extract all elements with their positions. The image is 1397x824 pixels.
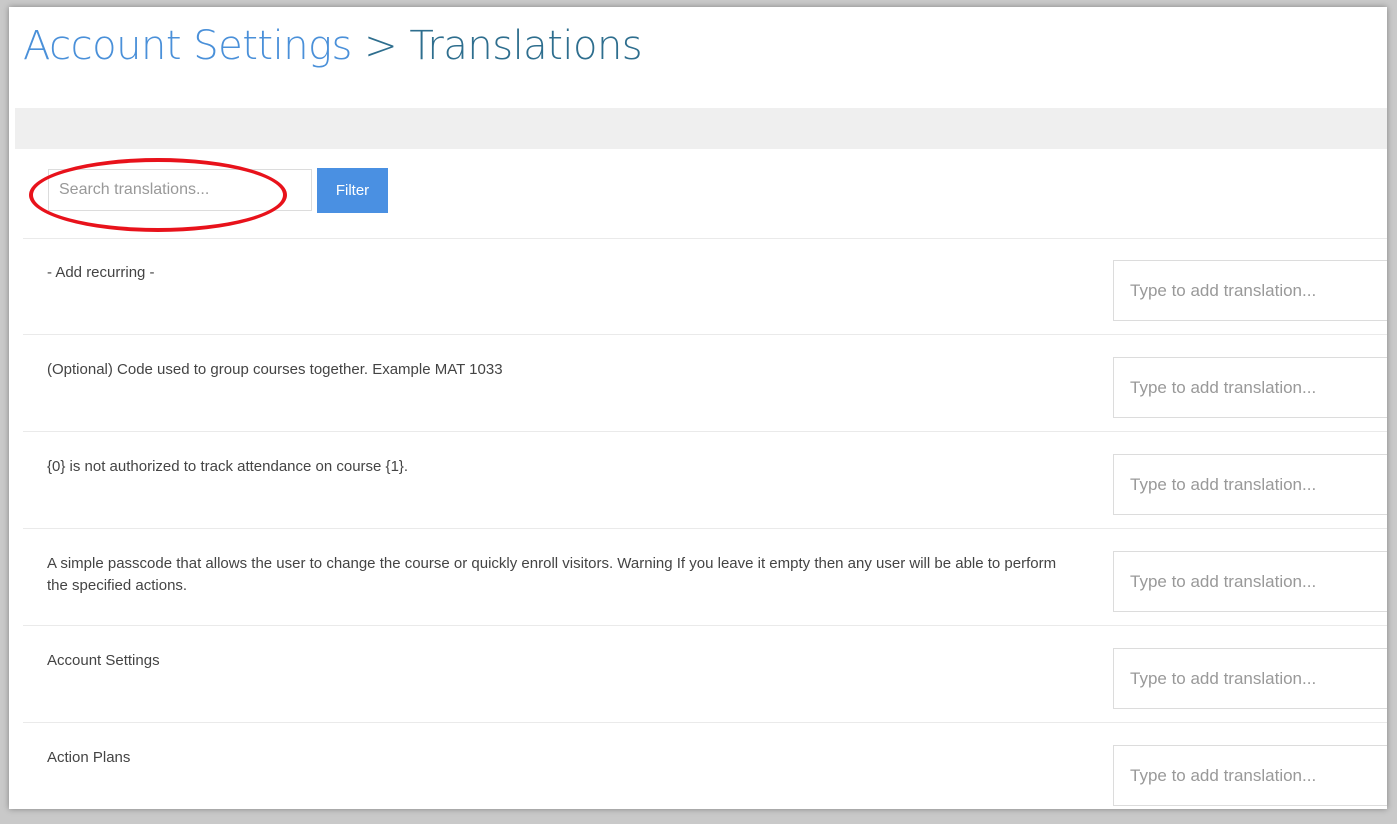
- source-text: - Add recurring -: [47, 264, 155, 281]
- translation-row: - Add recurring -: [23, 238, 1387, 335]
- app-window: Account Settings > Translations Filter -…: [9, 7, 1387, 809]
- source-text: Action Plans: [47, 749, 131, 766]
- breadcrumb-separator: >: [364, 23, 398, 69]
- breadcrumb-account-settings[interactable]: Account Settings: [23, 23, 352, 69]
- translation-input[interactable]: [1113, 357, 1387, 418]
- translation-input[interactable]: [1113, 454, 1387, 515]
- source-text: A simple passcode that allows the user t…: [47, 555, 1057, 594]
- translation-input[interactable]: [1113, 260, 1387, 321]
- toolbar-band: [15, 108, 1387, 149]
- translation-row: A simple passcode that allows the user t…: [23, 529, 1387, 626]
- breadcrumb-current: Translations: [409, 23, 643, 69]
- filter-button[interactable]: Filter: [317, 168, 388, 213]
- source-text: {0} is not authorized to track attendanc…: [47, 458, 409, 475]
- translations-panel: Filter - Add recurring - (Optional) Code…: [23, 149, 1387, 809]
- translation-input[interactable]: [1113, 551, 1387, 612]
- translation-row: (Optional) Code used to group courses to…: [23, 335, 1387, 432]
- translation-list: - Add recurring - (Optional) Code used t…: [23, 238, 1387, 809]
- search-input[interactable]: [48, 169, 312, 211]
- source-text: Account Settings: [47, 652, 160, 669]
- translation-row: Action Plans: [23, 723, 1387, 809]
- page-title: Account Settings > Translations: [23, 23, 643, 69]
- translation-row: {0} is not authorized to track attendanc…: [23, 432, 1387, 529]
- translation-input[interactable]: [1113, 648, 1387, 709]
- filter-bar: Filter: [23, 149, 1387, 239]
- translation-row: Account Settings: [23, 626, 1387, 723]
- translation-input[interactable]: [1113, 745, 1387, 806]
- source-text: (Optional) Code used to group courses to…: [47, 361, 503, 378]
